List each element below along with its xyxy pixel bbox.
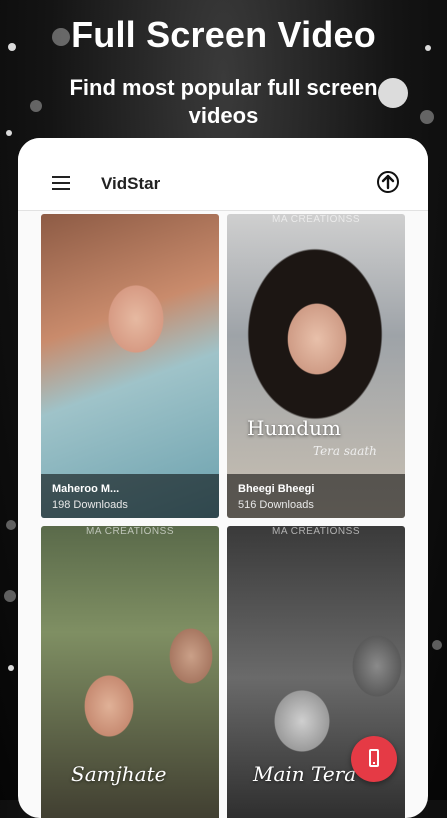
video-card[interactable]: Maheroo M... 198 Downloads bbox=[41, 214, 219, 518]
video-downloads: 198 Downloads bbox=[52, 499, 128, 511]
app-title: VidStar bbox=[101, 174, 161, 193]
upload-icon[interactable] bbox=[377, 171, 399, 193]
bokeh-light bbox=[8, 665, 14, 671]
video-overlay-text: Samjhate bbox=[71, 762, 167, 786]
video-title: Bheegi Bheegi bbox=[238, 483, 315, 495]
video-title: Maheroo M... bbox=[52, 483, 120, 495]
video-watermark: MA CREATIONSS bbox=[272, 214, 360, 225]
video-info: Bheegi Bheegi 516 Downloads bbox=[227, 474, 405, 518]
video-card[interactable]: MA CREATIONSS Samjhate bbox=[41, 526, 219, 818]
app-toolbar: VidStar bbox=[18, 138, 428, 211]
video-watermark: MA CREATIONSS bbox=[272, 526, 360, 537]
phone-fab-button[interactable] bbox=[351, 736, 397, 782]
video-overlay-text: Main Tera bbox=[253, 762, 357, 786]
video-downloads: 516 Downloads bbox=[238, 499, 314, 511]
bokeh-light bbox=[432, 640, 442, 650]
phone-screen: VidStar Maheroo M... 198 Downloads MA CR… bbox=[18, 138, 428, 818]
promo-headline: Full Screen Video bbox=[71, 14, 376, 55]
bokeh-light bbox=[420, 110, 434, 124]
video-card[interactable]: MA CREATIONSS Humdum Tera saath Bheegi B… bbox=[227, 214, 405, 518]
video-info: Maheroo M... 198 Downloads bbox=[41, 474, 219, 518]
video-watermark: MA CREATIONSS bbox=[86, 526, 174, 537]
bokeh-light bbox=[6, 130, 12, 136]
phone-icon bbox=[369, 749, 379, 767]
hamburger-menu-icon[interactable] bbox=[52, 176, 70, 190]
video-overlay-subtext: Tera saath bbox=[313, 444, 377, 458]
bokeh-light bbox=[6, 520, 16, 530]
video-overlay-text: Humdum bbox=[247, 416, 341, 440]
promo-subline: Find most popular full screen videos bbox=[69, 75, 378, 128]
bokeh-light bbox=[4, 590, 16, 602]
